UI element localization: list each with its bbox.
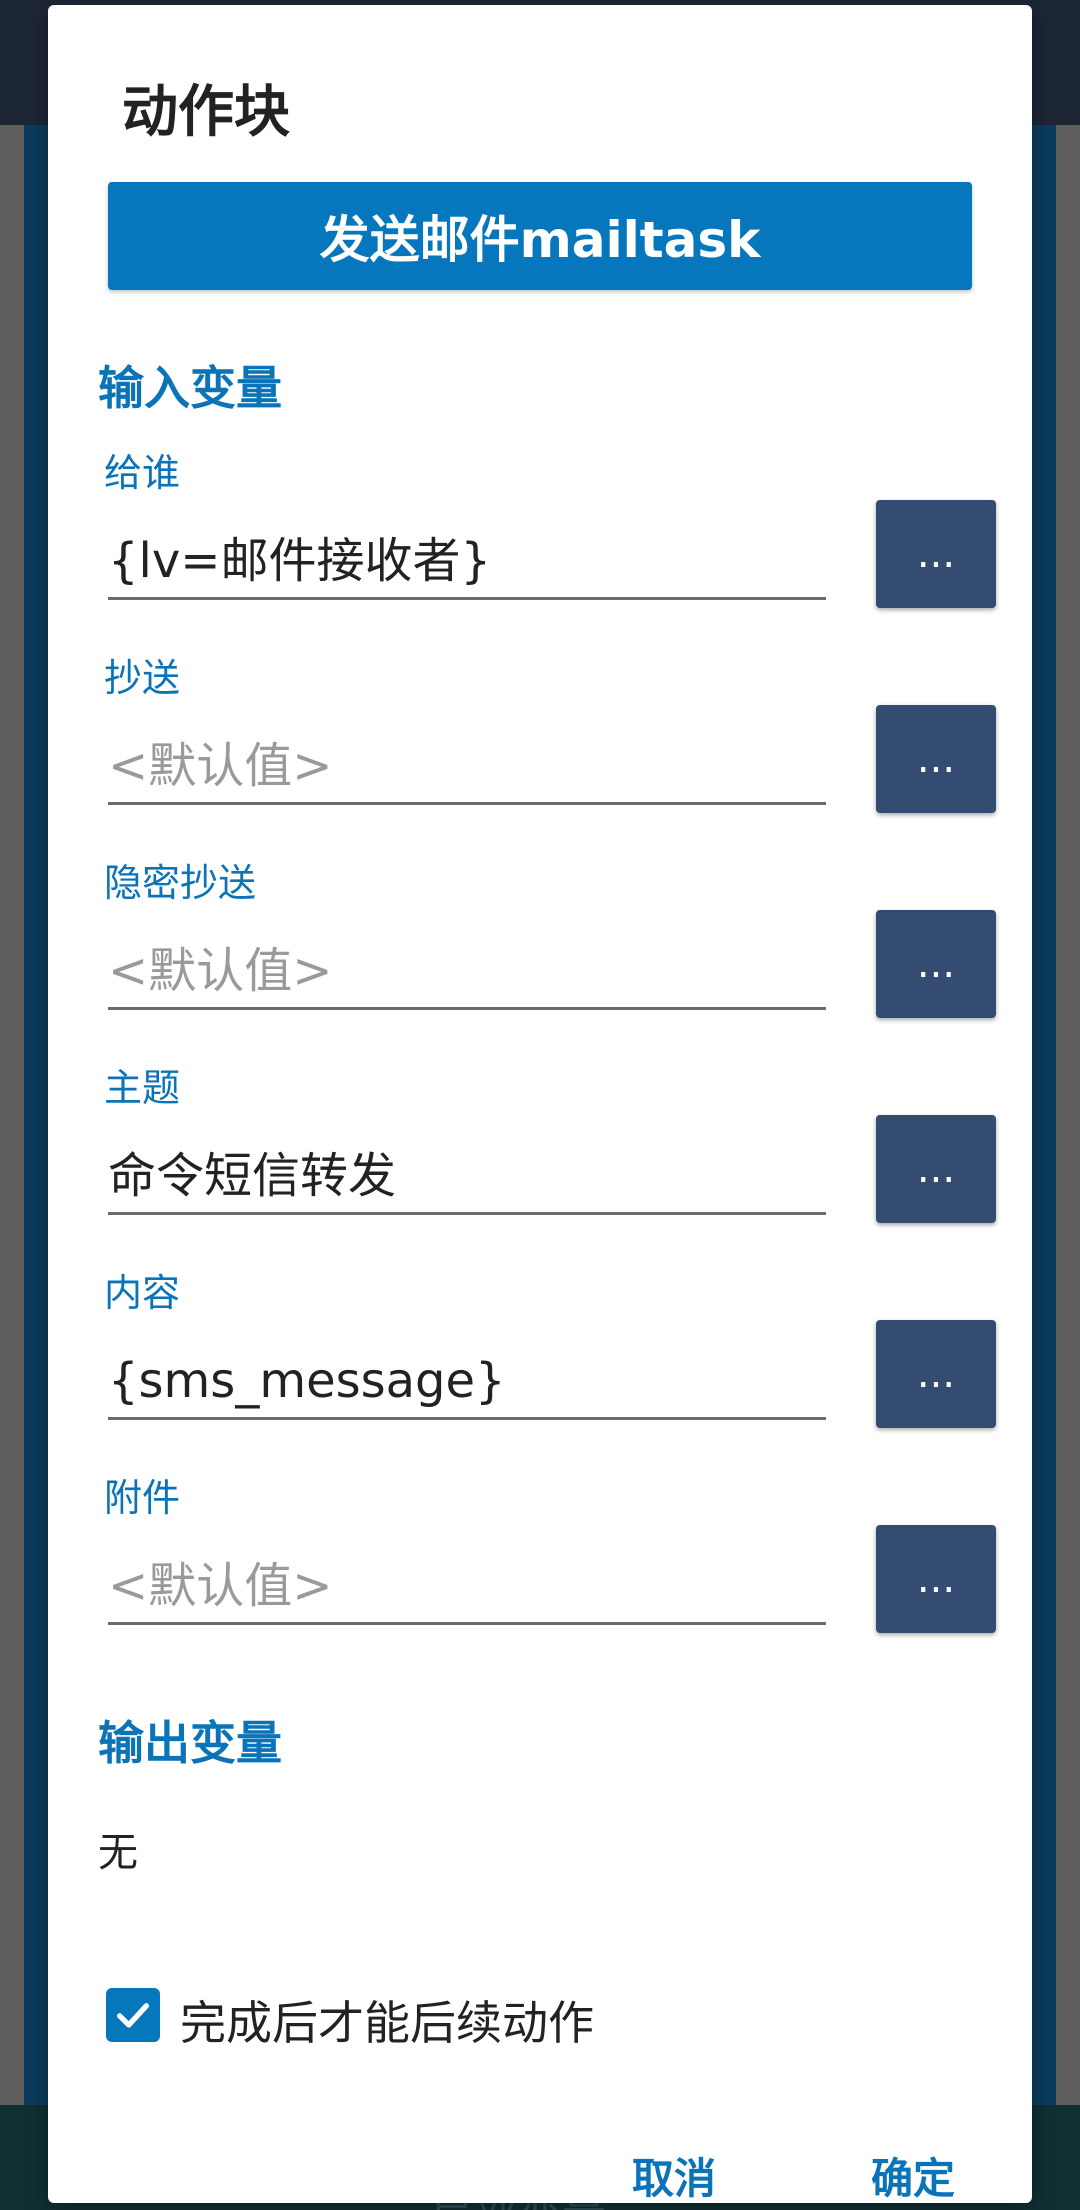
attachment-picker-button[interactable]: ... (876, 1525, 996, 1633)
action-block-dialog: 动作块 发送邮件mailtask 输入变量 给谁 {lv=邮件接收者} ... … (48, 5, 1032, 2203)
input-variables-heading: 输入变量 (98, 361, 282, 415)
subject-picker-button[interactable]: ... (876, 1115, 996, 1223)
cc-picker-button[interactable]: ... (876, 705, 996, 813)
attachment-input[interactable]: <默认值> (108, 1550, 826, 1625)
cancel-button[interactable]: 取消 (632, 2145, 716, 2206)
to-picker-button[interactable]: ... (876, 500, 996, 608)
field-label-to: 给谁 (104, 451, 181, 495)
background-right (1052, 125, 1080, 2110)
output-variables-heading: 输出变量 (98, 1716, 282, 1770)
to-input[interactable]: {lv=邮件接收者} (108, 525, 826, 600)
field-label-content: 内容 (104, 1271, 181, 1315)
bcc-input[interactable]: <默认值> (108, 935, 826, 1010)
cc-input[interactable]: <默认值> (108, 730, 826, 805)
field-label-attachment: 附件 (104, 1476, 181, 1520)
field-label-cc: 抄送 (104, 656, 181, 700)
wait-completion-label[interactable]: 完成后才能后续动作 (180, 1987, 594, 2053)
content-input[interactable]: {sms_message} (108, 1345, 826, 1420)
ok-button[interactable]: 确定 (871, 2145, 955, 2206)
field-label-subject: 主题 (104, 1066, 181, 1110)
background-panel-left-edge (24, 125, 50, 2110)
field-label-bcc: 隐密抄送 (104, 861, 257, 905)
action-name-button[interactable]: 发送邮件mailtask (108, 182, 972, 290)
bcc-picker-button[interactable]: ... (876, 910, 996, 1018)
dialog-title: 动作块 (122, 80, 290, 145)
content-picker-button[interactable]: ... (876, 1320, 996, 1428)
subject-input[interactable]: 命令短信转发 (108, 1140, 826, 1215)
output-variables-value: 无 (98, 1830, 138, 1876)
check-icon (117, 2003, 149, 2028)
wait-completion-checkbox[interactable] (106, 1988, 160, 2042)
background-panel-right-edge (1030, 125, 1056, 2110)
